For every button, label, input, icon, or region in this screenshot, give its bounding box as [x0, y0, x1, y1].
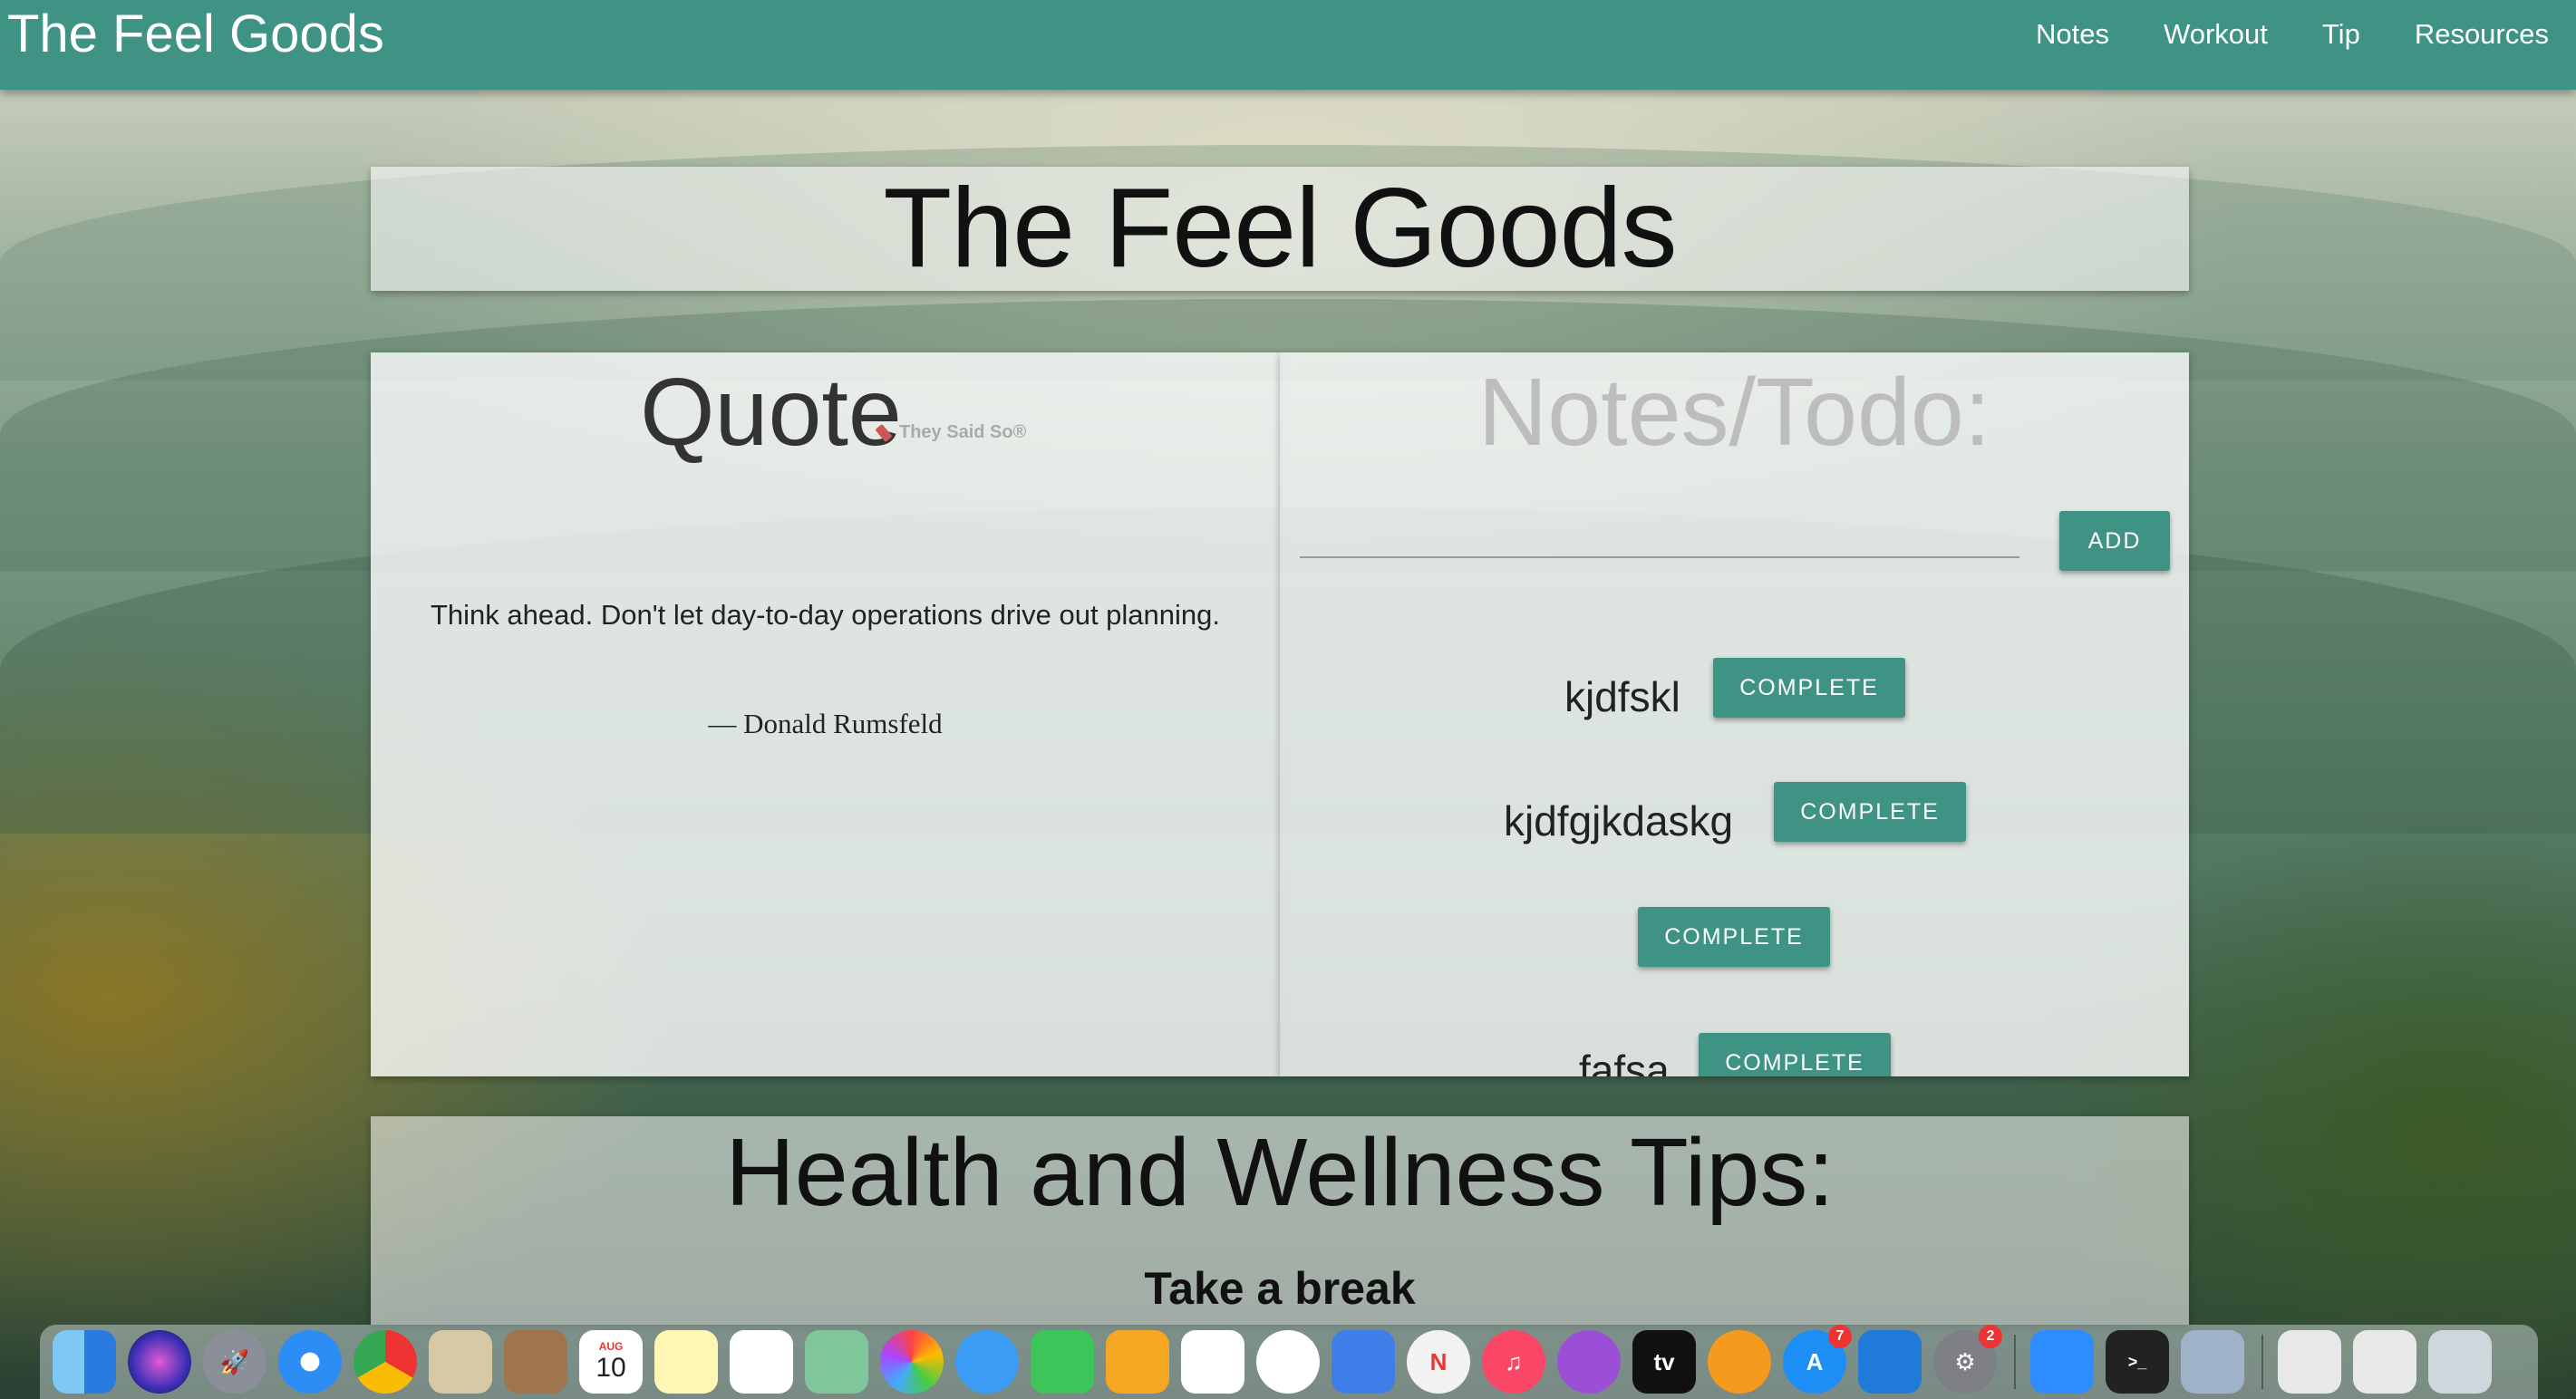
- contacts-icon[interactable]: [504, 1330, 567, 1394]
- terminal-icon[interactable]: >_: [2106, 1330, 2169, 1394]
- app-store-badge: 7: [1828, 1325, 1852, 1348]
- news-icon[interactable]: N: [1407, 1330, 1470, 1394]
- calendar-day: 10: [596, 1353, 626, 1383]
- books-icon[interactable]: [1708, 1330, 1771, 1394]
- downloads-stack-icon[interactable]: [2278, 1330, 2341, 1394]
- quote-heading: Quote: [640, 359, 902, 466]
- music-icon[interactable]: ♫: [1482, 1330, 1545, 1394]
- messages-icon[interactable]: [955, 1330, 1019, 1394]
- complete-button[interactable]: COMPLETE: [1638, 907, 1830, 967]
- apple-tv-icon[interactable]: tv: [1632, 1330, 1696, 1394]
- note-input[interactable]: [1300, 491, 2019, 558]
- complete-button[interactable]: COMPLETE: [1713, 658, 1905, 718]
- chrome-icon[interactable]: [353, 1330, 417, 1394]
- add-button[interactable]: ADD: [2059, 511, 2170, 571]
- finder-icon[interactable]: [53, 1330, 116, 1394]
- dock-separator: [2261, 1335, 2263, 1389]
- navbar: The Feel Goods Notes Workout Tip Resourc…: [0, 0, 2576, 90]
- launchpad-icon[interactable]: 🚀: [203, 1330, 266, 1394]
- they-said-so-attribution[interactable]: They Said So®: [875, 422, 1027, 443]
- numbers-icon[interactable]: [1181, 1330, 1244, 1394]
- complete-button[interactable]: COMPLETE: [1699, 1033, 1891, 1076]
- zoom-icon[interactable]: [2030, 1330, 2094, 1394]
- nav-link-tip[interactable]: Tip: [2295, 0, 2387, 69]
- vscode-icon[interactable]: [1858, 1330, 1922, 1394]
- system-preferences-icon[interactable]: ⚙ 2: [1933, 1325, 2002, 1394]
- notes-heading: Notes/Todo:: [1477, 359, 1991, 466]
- nav-links: Notes Workout Tip Resources: [2009, 0, 2576, 69]
- calendar-month: AUG: [598, 1340, 624, 1353]
- todo-item-text: kjdfskl: [1564, 673, 1680, 720]
- documents-stack-icon[interactable]: [2353, 1330, 2416, 1394]
- title-panel: The Feel Goods: [371, 167, 2189, 291]
- facetime-icon[interactable]: [1031, 1330, 1094, 1394]
- page-title: The Feel Goods: [883, 166, 1677, 291]
- tips-heading: Health and Wellness Tips:: [725, 1119, 1835, 1226]
- podcasts-icon[interactable]: [1557, 1330, 1621, 1394]
- nav-link-notes[interactable]: Notes: [2009, 0, 2136, 69]
- quote-text: Think ahead. Don't let day-to-day operat…: [430, 599, 1220, 631]
- todo-item-text: fafsa: [1579, 1047, 1670, 1076]
- app-store-icon[interactable]: A 7: [1783, 1325, 1852, 1394]
- maps-icon[interactable]: [805, 1330, 868, 1394]
- they-said-so-label: They Said So®: [899, 422, 1027, 442]
- quote-author: — Donald Rumsfeld: [708, 708, 943, 739]
- pages-icon[interactable]: [1106, 1330, 1169, 1394]
- siri-icon[interactable]: [128, 1330, 191, 1394]
- macos-dock: 🚀 AUG 10 N ♫ tv A 7 ⚙ 2 >_: [40, 1325, 2538, 1399]
- tips-panel: Health and Wellness Tips: Take a break: [371, 1116, 2189, 1325]
- keynote-icon[interactable]: [1332, 1330, 1395, 1394]
- system-preferences-badge: 2: [1979, 1325, 2002, 1348]
- slack-icon[interactable]: [1256, 1330, 1320, 1394]
- tip-title: Take a break: [1144, 1263, 1416, 1314]
- reminders-icon[interactable]: [730, 1330, 793, 1394]
- nav-link-workout[interactable]: Workout: [2136, 0, 2295, 69]
- quote-panel: Quote They Said So® Think ahead. Don't l…: [371, 352, 1280, 1076]
- trash-icon[interactable]: [2428, 1330, 2492, 1394]
- brand-logo[interactable]: The Feel Goods: [7, 0, 384, 69]
- preview-icon[interactable]: [2181, 1330, 2244, 1394]
- calendar-icon[interactable]: AUG 10: [579, 1330, 643, 1394]
- notes-app-icon[interactable]: [654, 1330, 718, 1394]
- dock-separator: [2014, 1335, 2016, 1389]
- nav-link-resources[interactable]: Resources: [2387, 0, 2576, 69]
- mail-stamp-icon[interactable]: [429, 1330, 492, 1394]
- safari-icon[interactable]: [278, 1330, 342, 1394]
- complete-button[interactable]: COMPLETE: [1774, 782, 1966, 842]
- notes-panel: Notes/Todo: ADD kjdfskl COMPLETE kjdfgjk…: [1280, 352, 2189, 1076]
- photos-icon[interactable]: [880, 1330, 944, 1394]
- apple-tv-label: tv: [1653, 1347, 1675, 1375]
- todo-item-text: kjdfgjkdaskg: [1504, 797, 1734, 844]
